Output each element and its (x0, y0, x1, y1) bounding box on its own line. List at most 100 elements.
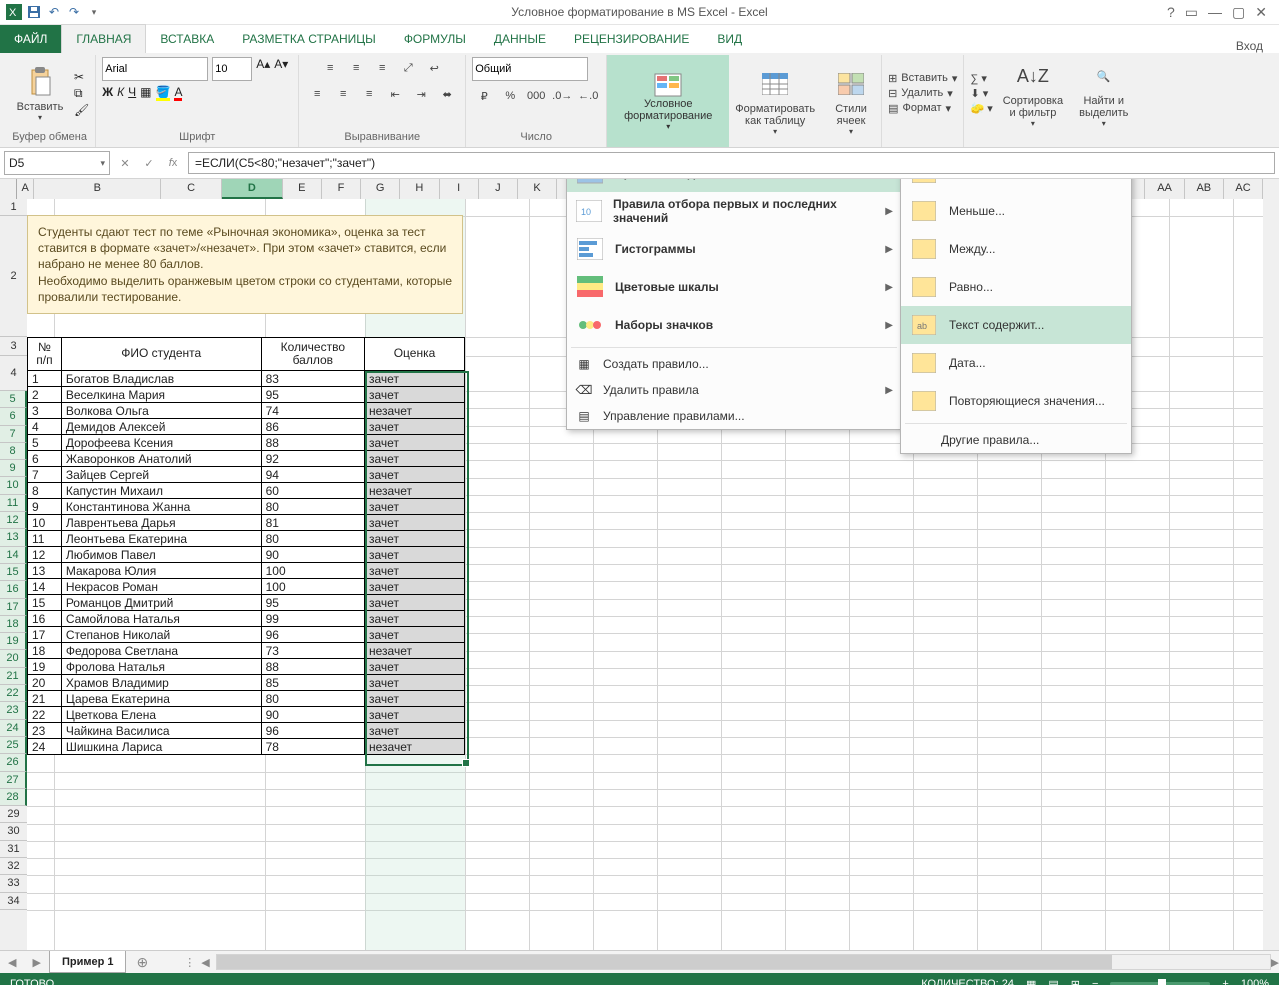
minimize-icon[interactable]: — (1208, 4, 1222, 20)
decrease-font-icon[interactable]: A▾ (274, 57, 288, 81)
col-header-AB[interactable]: AB (1185, 179, 1224, 199)
font-size-input[interactable] (212, 57, 252, 81)
undo-icon[interactable]: ↶ (44, 2, 64, 22)
number-format-select[interactable] (472, 57, 588, 81)
format-as-table-button[interactable]: Форматировать как таблицу▾ (729, 65, 821, 138)
col-header-J[interactable]: J (479, 179, 518, 199)
sort-filter-button[interactable]: A↓Z Сортировка и фильтр▾ (997, 57, 1069, 130)
percent-icon[interactable]: % (498, 85, 522, 107)
autosum-icon[interactable]: ∑ ▾ (970, 72, 992, 85)
row-header-8[interactable]: 8 (0, 443, 27, 460)
tab-data[interactable]: ДАННЫЕ (480, 25, 560, 53)
cut-icon[interactable]: ✂ (74, 70, 89, 84)
submenu-between[interactable]: Между... (901, 230, 1131, 268)
fill-handle[interactable] (462, 759, 470, 767)
row-header-10[interactable]: 10 (0, 477, 27, 494)
zoom-level[interactable]: 100% (1241, 978, 1269, 985)
row-header-33[interactable]: 33 (0, 875, 27, 892)
row-header-1[interactable]: 1 (0, 199, 27, 216)
row-header-23[interactable]: 23 (0, 702, 27, 719)
row-header-34[interactable]: 34 (0, 893, 27, 910)
name-box[interactable]: D5▾ (4, 151, 110, 175)
row-header-7[interactable]: 7 (0, 426, 27, 443)
next-sheet-icon[interactable]: ▶ (24, 956, 48, 969)
increase-font-icon[interactable]: A▴ (256, 57, 270, 81)
row-header-30[interactable]: 30 (0, 823, 27, 840)
paste-button[interactable]: Вставить ▾ (10, 63, 70, 124)
col-header-AA[interactable]: AA (1145, 179, 1184, 199)
row-header-11[interactable]: 11 (0, 495, 27, 512)
col-header-B[interactable]: B (34, 179, 161, 199)
underline-button[interactable]: Ч (128, 85, 136, 99)
align-center-icon[interactable]: ≡ (331, 83, 355, 105)
find-select-button[interactable]: 🔍 Найти и выделить▾ (1073, 57, 1134, 130)
row-header-19[interactable]: 19 (0, 633, 27, 650)
delete-cells-button[interactable]: ⊟Удалить ▾ (888, 87, 957, 100)
row-header-28[interactable]: 28 (0, 789, 27, 806)
orientation-icon[interactable]: ⤢ (396, 57, 420, 79)
row-header-24[interactable]: 24 (0, 720, 27, 737)
tab-view[interactable]: ВИД (703, 25, 756, 53)
menu-manage-rules[interactable]: ▤Управление правилами... (567, 403, 901, 429)
conditional-formatting-button[interactable]: Условное форматирование▾ (607, 55, 729, 147)
col-header-AC[interactable]: AC (1224, 179, 1263, 199)
fill-icon[interactable]: ⬇ ▾ (970, 87, 992, 100)
row-header-21[interactable]: 21 (0, 668, 27, 685)
tab-page-layout[interactable]: РАЗМЕТКА СТРАНИЦЫ (228, 25, 390, 53)
tab-review[interactable]: РЕЦЕНЗИРОВАНИЕ (560, 25, 703, 53)
qat-dropdown-icon[interactable]: ▾ (84, 2, 104, 22)
font-color-icon[interactable]: A (174, 85, 182, 99)
submenu-duplicate[interactable]: Повторяющиеся значения... (901, 382, 1131, 420)
menu-new-rule[interactable]: ▦Создать правило... (567, 351, 901, 377)
currency-icon[interactable]: ₽ (472, 85, 496, 107)
dec-decimal-icon[interactable]: ←.0 (576, 85, 600, 107)
border-icon[interactable]: ▦ (140, 85, 151, 99)
view-layout-icon[interactable]: ▤ (1048, 978, 1058, 985)
menu-top-bottom[interactable]: 10 Правила отбора первых и последних зна… (567, 192, 901, 230)
row-header-31[interactable]: 31 (0, 841, 27, 858)
bold-button[interactable]: Ж (102, 85, 113, 99)
indent-dec-icon[interactable]: ⇤ (383, 83, 407, 105)
cell-styles-button[interactable]: Стили ячеек▾ (821, 65, 881, 138)
align-mid-icon[interactable]: ≡ (344, 57, 368, 79)
row-header-17[interactable]: 17 (0, 599, 27, 616)
align-right-icon[interactable]: ≡ (357, 83, 381, 105)
row-header-2[interactable]: 2 (0, 216, 27, 337)
tab-home[interactable]: ГЛАВНАЯ (61, 24, 146, 53)
submenu-equal[interactable]: Равно... (901, 268, 1131, 306)
row-header-5[interactable]: 5 (0, 391, 27, 408)
row-header-20[interactable]: 20 (0, 650, 27, 667)
format-cells-button[interactable]: ▤Формат ▾ (888, 102, 957, 115)
font-name-input[interactable] (102, 57, 208, 81)
submenu-text-contains[interactable]: abТекст содержит... (901, 306, 1131, 344)
separator-icon[interactable]: 000 (524, 85, 548, 107)
row-header-3[interactable]: 3 (0, 337, 27, 356)
col-header-G[interactable]: G (361, 179, 400, 199)
menu-color-scales[interactable]: Цветовые шкалы▶ (567, 268, 901, 306)
help-icon[interactable]: ? (1167, 4, 1175, 20)
row-header-15[interactable]: 15 (0, 564, 27, 581)
clear-icon[interactable]: 🧽 ▾ (970, 102, 992, 115)
tab-file[interactable]: ФАЙЛ (0, 25, 61, 53)
menu-clear-rules[interactable]: ⌫Удалить правила▶ (567, 377, 901, 403)
col-header-K[interactable]: K (518, 179, 557, 199)
fill-color-icon[interactable]: 🪣 (156, 85, 171, 99)
col-header-E[interactable]: E (283, 179, 322, 199)
close-icon[interactable]: ✕ (1255, 4, 1267, 21)
indent-inc-icon[interactable]: ⇥ (409, 83, 433, 105)
submenu-greater[interactable]: Больше... (901, 179, 1131, 192)
copy-icon[interactable]: ⧉ (74, 86, 89, 101)
submenu-less[interactable]: Меньше... (901, 192, 1131, 230)
submenu-other-rules[interactable]: Другие правила... (901, 427, 1131, 453)
col-header-C[interactable]: C (161, 179, 222, 199)
save-icon[interactable] (24, 2, 44, 22)
format-painter-icon[interactable]: 🖌 (74, 103, 89, 117)
redo-icon[interactable]: ↷ (64, 2, 84, 22)
tab-insert[interactable]: ВСТАВКА (146, 25, 228, 53)
row-header-27[interactable]: 27 (0, 772, 27, 789)
row-header-13[interactable]: 13 (0, 529, 27, 546)
wrap-icon[interactable]: ↩ (422, 57, 446, 79)
menu-highlight-rules[interactable]: Правила выделения ячеек▶ (567, 179, 901, 192)
row-header-29[interactable]: 29 (0, 806, 27, 823)
enter-icon[interactable]: ✓ (140, 154, 158, 172)
